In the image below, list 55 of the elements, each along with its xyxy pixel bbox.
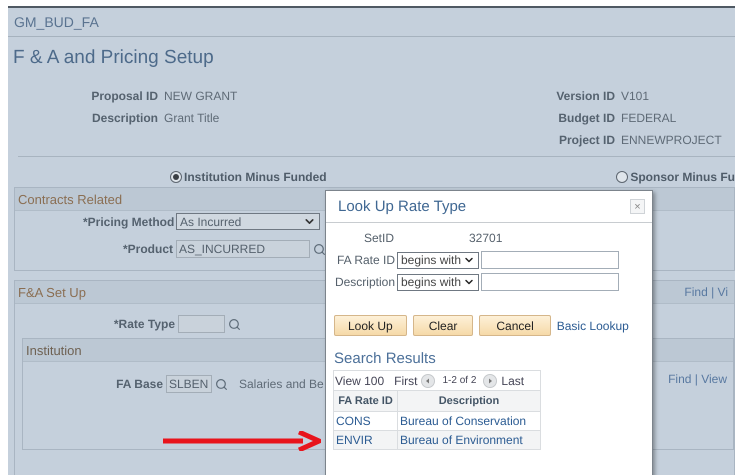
field-description: Salaries and Be [239,377,324,391]
dialog-title: Look Up Rate Type [338,198,466,215]
operator-dropdown[interactable]: begins with [397,252,479,268]
product-field[interactable]: AS_INCURRED [176,240,310,258]
field-label: Description [334,275,395,289]
next-icon[interactable] [483,374,498,388]
result-link[interactable]: Bureau of Environment [397,431,540,449]
results-title: Search Results [334,350,437,367]
result-link[interactable]: CONS [334,412,397,430]
radio-button[interactable] [170,171,182,183]
field-value: NEW GRANT [164,89,238,103]
column-header: FA Rate ID [337,394,394,409]
last-link[interactable]: Last [501,374,524,388]
result-link[interactable]: ENVIR [334,431,397,449]
search-icon[interactable] [313,242,326,256]
field-label: Version ID [555,89,615,103]
first-link[interactable]: First [394,374,418,388]
radio-label[interactable]: Institution Minus Funded [184,170,327,184]
field-value: V101 [621,89,650,103]
pricing-method-dropdown[interactable]: As Incurred [176,213,320,230]
section-title: F&A Set Up [18,284,86,300]
dialog-button[interactable]: Cancel [479,315,551,336]
section-title: Contracts Related [18,192,122,206]
fa-base-field[interactable]: SLBEN [166,375,212,393]
view-all-link[interactable]: View 100 [335,374,384,388]
component-name: GM_BUD_FA [14,14,99,30]
row-range: 1-2 of 2 [442,375,476,386]
radio-label[interactable]: Sponsor Minus Fu [630,170,735,184]
previous-icon[interactable] [421,374,436,388]
search-icon[interactable] [215,378,228,390]
page-title: F & A and Pricing Setup [13,47,215,69]
basic-lookup-link[interactable]: Basic Lookup [556,318,629,332]
dialog-button[interactable]: Look Up [334,315,407,336]
section-title: Institution [26,342,82,358]
search-icon[interactable] [228,318,241,330]
field-value: 32701 [469,231,504,245]
field-value: ENNEWPROJECT [621,133,723,147]
field-label: *Rate Type [112,317,175,331]
search-field[interactable] [481,273,619,291]
field-label: Description [90,111,158,125]
field-label: SetID [364,231,396,245]
radio-button[interactable] [616,171,628,183]
field-value: FEDERAL [621,111,678,125]
field-label: Budget ID [557,111,615,125]
field-value: Grant Title [164,111,220,125]
field-label: Proposal ID [90,89,158,103]
dialog-button[interactable]: Clear [412,315,474,336]
field-label: Project ID [558,133,615,147]
rate-type-field[interactable] [178,315,225,333]
field-label: *Product [122,242,173,256]
field-label: FA Rate ID [336,253,395,267]
field-label: FA Base [115,377,163,391]
operator-dropdown[interactable]: begins with [397,274,479,290]
field-label: *Pricing Method [83,214,173,228]
search-field[interactable] [481,251,619,269]
